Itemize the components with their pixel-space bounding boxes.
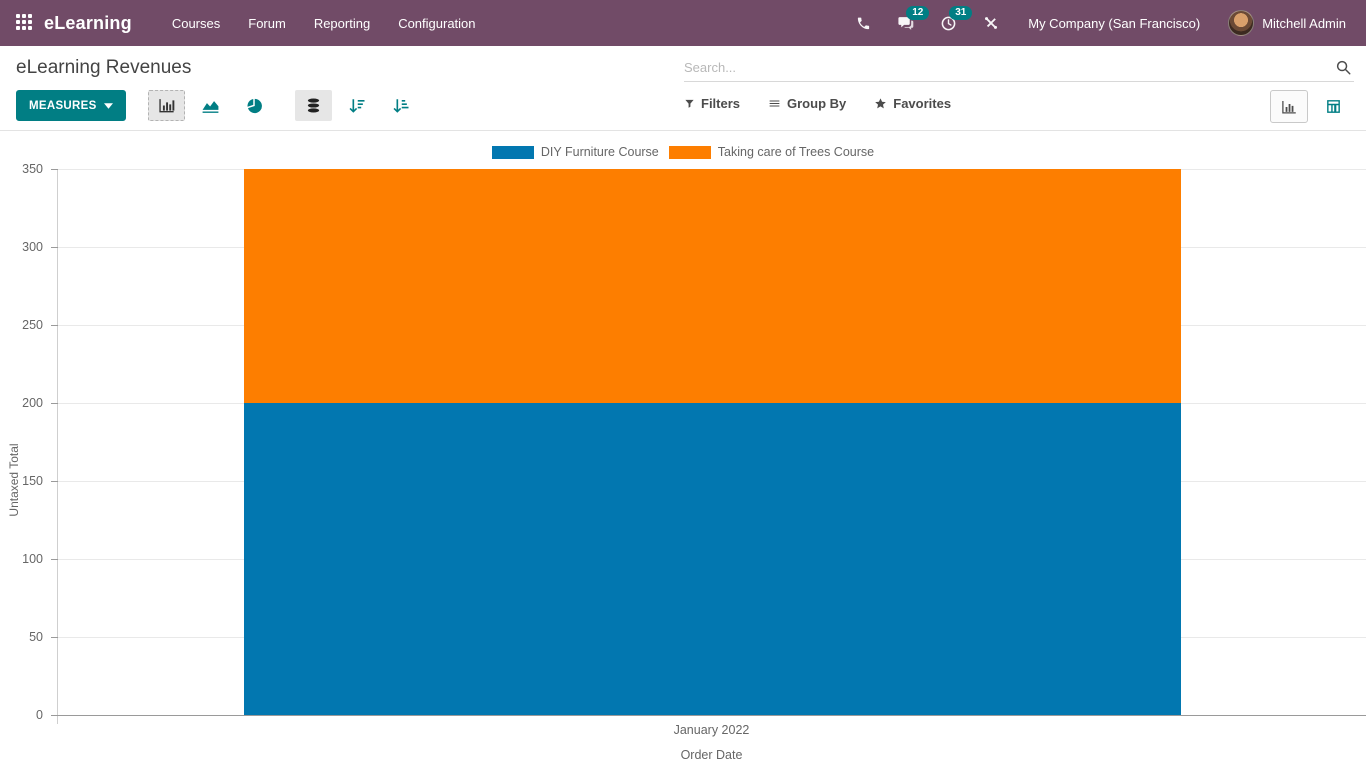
chart-region: DIY Furniture Course Taking care of Trees… [0,131,1366,768]
graph-view-button[interactable] [1270,90,1308,123]
y-tick-label: 150 [22,474,43,488]
plot-area [57,169,1366,715]
messages-badge: 12 [906,6,929,20]
y-axis-stub [57,715,58,724]
graph-view-icon [1280,98,1298,116]
top-navbar: eLearning Courses Forum Reporting Config… [0,0,1366,46]
pie-chart-mode-button[interactable] [236,90,273,121]
bar-segment-taking-care-of-trees-course[interactable] [244,169,1181,403]
chart-legend: DIY Furniture Course Taking care of Trees… [0,145,1366,159]
y-tick-label: 50 [29,630,43,644]
graph-toolbar: MEASURES [16,90,420,121]
pie-chart-icon [245,97,263,115]
favorites-label: Favorites [893,96,951,111]
pivot-view-icon [1325,98,1342,115]
search-facets: Filters Group By Favorites [684,96,951,111]
y-tick-label: 250 [22,318,43,332]
y-tick-label: 0 [36,708,43,722]
nav-item-forum[interactable]: Forum [234,0,300,46]
y-tickmark [51,559,58,560]
x-tick-label: January 2022 [562,723,862,737]
sort-desc-icon [348,97,366,115]
filters-label: Filters [701,96,740,111]
view-switcher [1270,90,1352,123]
stacked-icon [305,96,322,115]
sort-descending-button[interactable] [339,90,376,121]
phone-icon[interactable] [845,0,882,46]
activities-badge: 31 [949,6,972,20]
debug-tools-button[interactable] [972,0,1010,46]
y-tick-label: 300 [22,240,43,254]
activities-button[interactable]: 31 [929,0,968,46]
tools-icon [983,15,999,31]
bar-segment-diy-furniture-course[interactable] [244,403,1181,715]
user-name: Mitchell Admin [1262,16,1346,31]
user-avatar [1228,10,1254,36]
bar-chart-icon [157,96,176,115]
measures-button[interactable]: MEASURES [16,90,126,121]
bar-chart-mode-button[interactable] [148,90,185,121]
y-tickmark [51,481,58,482]
area-chart-icon [201,96,220,115]
search-icon[interactable] [1335,59,1352,81]
user-menu[interactable]: Mitchell Admin [1218,10,1354,36]
legend-swatch [669,146,711,159]
x-axis-title: Order Date [57,748,1366,762]
search-box [684,56,1354,82]
stacked-toggle-button[interactable] [295,90,332,121]
company-switcher[interactable]: My Company (San Francisco) [1014,16,1214,31]
nav-item-courses[interactable]: Courses [158,0,234,46]
messages-button[interactable]: 12 [886,0,925,46]
measures-label: MEASURES [29,100,97,112]
odoo-screen: eLearning Courses Forum Reporting Config… [0,0,1366,768]
sort-asc-icon [392,97,410,115]
y-tickmark [51,325,58,326]
y-tickmark [51,403,58,404]
sort-ascending-button[interactable] [383,90,420,121]
control-panel: eLearning Revenues MEASURES [0,46,1366,131]
y-tick-label: 100 [22,552,43,566]
y-tick-label: 200 [22,396,43,410]
app-name[interactable]: eLearning [44,13,132,34]
group-by-label: Group By [787,96,846,111]
filters-button[interactable]: Filters [684,96,740,111]
group-by-icon [768,97,781,110]
nav-item-configuration[interactable]: Configuration [384,0,489,46]
page-title: eLearning Revenues [16,57,191,79]
y-axis-tick-labels: 050100150200250300350 [0,169,49,715]
filter-funnel-icon [684,98,695,109]
caret-down-icon [104,103,113,109]
y-tickmark [51,169,58,170]
phone-icon-glyph [856,16,871,31]
legend-swatch [492,146,534,159]
legend-label: DIY Furniture Course [541,145,659,159]
apps-menu-icon[interactable] [16,14,34,32]
y-tickmark [51,247,58,248]
group-by-button[interactable]: Group By [768,96,846,111]
legend-label: Taking care of Trees Course [718,145,874,159]
pivot-view-button[interactable] [1314,90,1352,123]
y-tickmark [51,637,58,638]
favorites-button[interactable]: Favorites [874,96,951,111]
line-chart-mode-button[interactable] [192,90,229,121]
y-tickmark [51,715,58,716]
nav-item-reporting[interactable]: Reporting [300,0,384,46]
legend-item[interactable]: Taking care of Trees Course [669,145,874,159]
y-tick-label: 350 [22,162,43,176]
star-icon [874,97,887,110]
legend-item[interactable]: DIY Furniture Course [492,145,659,159]
search-input[interactable] [684,56,1326,79]
